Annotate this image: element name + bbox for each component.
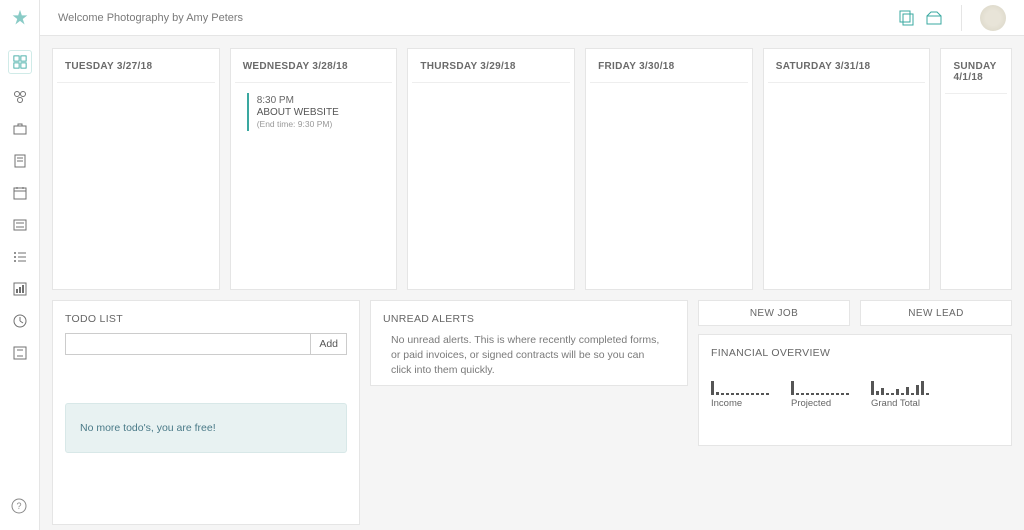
event-title: ABOUT WEBSITE xyxy=(257,107,381,118)
day-body: 8:30 PM ABOUT WEBSITE (End time: 9:30 PM… xyxy=(235,82,393,289)
welcome-text: Welcome Photography by Amy Peters xyxy=(58,12,243,24)
day-header: WEDNESDAY 3/28/18 xyxy=(231,49,397,82)
todo-add-button[interactable]: Add xyxy=(311,333,347,355)
nav-contacts-icon[interactable] xyxy=(11,88,29,106)
inbox-icon[interactable] xyxy=(925,10,943,26)
day-body xyxy=(412,82,570,289)
day-header: FRIDAY 3/30/18 xyxy=(586,49,752,82)
nav-invoice-icon[interactable] xyxy=(11,152,29,170)
day-body xyxy=(768,82,926,289)
user-avatar[interactable] xyxy=(980,5,1006,31)
day-card[interactable]: SUNDAY 4/1/18 xyxy=(940,48,1012,290)
chart-label: Grand Total xyxy=(871,398,920,409)
copy-icon[interactable] xyxy=(897,10,915,26)
topbar: Welcome Photography by Amy Peters xyxy=(40,0,1024,36)
day-header: SUNDAY 4/1/18 xyxy=(941,49,1011,93)
alerts-body: No unread alerts. This is where recently… xyxy=(383,333,675,379)
action-row: NEW JOB NEW LEAD xyxy=(698,300,1012,326)
event-time: 8:30 PM xyxy=(257,95,381,106)
nav-calendar-icon[interactable] xyxy=(11,184,29,202)
alerts-panel: UNREAD ALERTS No unread alerts. This is … xyxy=(370,300,688,386)
day-body xyxy=(945,93,1007,289)
nav-dashboard-icon[interactable] xyxy=(8,50,32,74)
chart-label: Projected xyxy=(791,398,831,409)
nav-list-icon[interactable] xyxy=(11,248,29,266)
todo-empty-message: No more todo's, you are free! xyxy=(65,403,347,453)
sidebar: ? xyxy=(0,0,40,530)
finance-charts: Income Projected Grand Total xyxy=(711,373,999,409)
day-header: SATURDAY 3/31/18 xyxy=(764,49,930,82)
nav-settings-icon[interactable] xyxy=(11,344,29,362)
mini-chart xyxy=(711,373,769,395)
day-card[interactable]: FRIDAY 3/30/18 xyxy=(585,48,753,290)
right-column: NEW JOB NEW LEAD FINANCIAL OVERVIEW Inco… xyxy=(698,300,1012,525)
lower-row: TODO LIST Add No more todo's, you are fr… xyxy=(52,300,1012,525)
nav-briefcase-icon[interactable] xyxy=(11,120,29,138)
main-content: TUESDAY 3/27/18 WEDNESDAY 3/28/18 8:30 P… xyxy=(40,36,1024,530)
todo-input[interactable] xyxy=(65,333,311,355)
chart-grand-total: Grand Total xyxy=(871,373,929,409)
todo-title: TODO LIST xyxy=(65,313,347,325)
day-card[interactable]: SATURDAY 3/31/18 xyxy=(763,48,931,290)
chart-income: Income xyxy=(711,373,769,409)
chart-label: Income xyxy=(711,398,742,409)
day-body xyxy=(590,82,748,289)
nav-timer-icon[interactable] xyxy=(11,312,29,330)
todo-panel: TODO LIST Add No more todo's, you are fr… xyxy=(52,300,360,525)
help-icon[interactable]: ? xyxy=(11,498,29,516)
day-header: TUESDAY 3/27/18 xyxy=(53,49,219,82)
nav-reports-icon[interactable] xyxy=(11,280,29,298)
calendar-event[interactable]: 8:30 PM ABOUT WEBSITE (End time: 9:30 PM… xyxy=(247,93,381,131)
chart-projected: Projected xyxy=(791,373,849,409)
day-header: THURSDAY 3/29/18 xyxy=(408,49,574,82)
todo-input-row: Add xyxy=(65,333,347,355)
nav-forms-icon[interactable] xyxy=(11,216,29,234)
alerts-title: UNREAD ALERTS xyxy=(383,313,675,325)
app-logo xyxy=(9,8,31,30)
day-body xyxy=(57,82,215,289)
finance-panel: FINANCIAL OVERVIEW Income Projected Gran… xyxy=(698,334,1012,446)
mini-chart xyxy=(791,373,849,395)
calendar-row: TUESDAY 3/27/18 WEDNESDAY 3/28/18 8:30 P… xyxy=(52,48,1012,290)
topbar-divider xyxy=(961,5,962,31)
mini-chart xyxy=(871,373,929,395)
day-card[interactable]: THURSDAY 3/29/18 xyxy=(407,48,575,290)
new-job-button[interactable]: NEW JOB xyxy=(698,300,850,326)
finance-title: FINANCIAL OVERVIEW xyxy=(711,347,999,359)
day-card[interactable]: WEDNESDAY 3/28/18 8:30 PM ABOUT WEBSITE … xyxy=(230,48,398,290)
event-end: (End time: 9:30 PM) xyxy=(257,119,381,129)
day-card[interactable]: TUESDAY 3/27/18 xyxy=(52,48,220,290)
svg-text:?: ? xyxy=(16,501,21,511)
new-lead-button[interactable]: NEW LEAD xyxy=(860,300,1012,326)
